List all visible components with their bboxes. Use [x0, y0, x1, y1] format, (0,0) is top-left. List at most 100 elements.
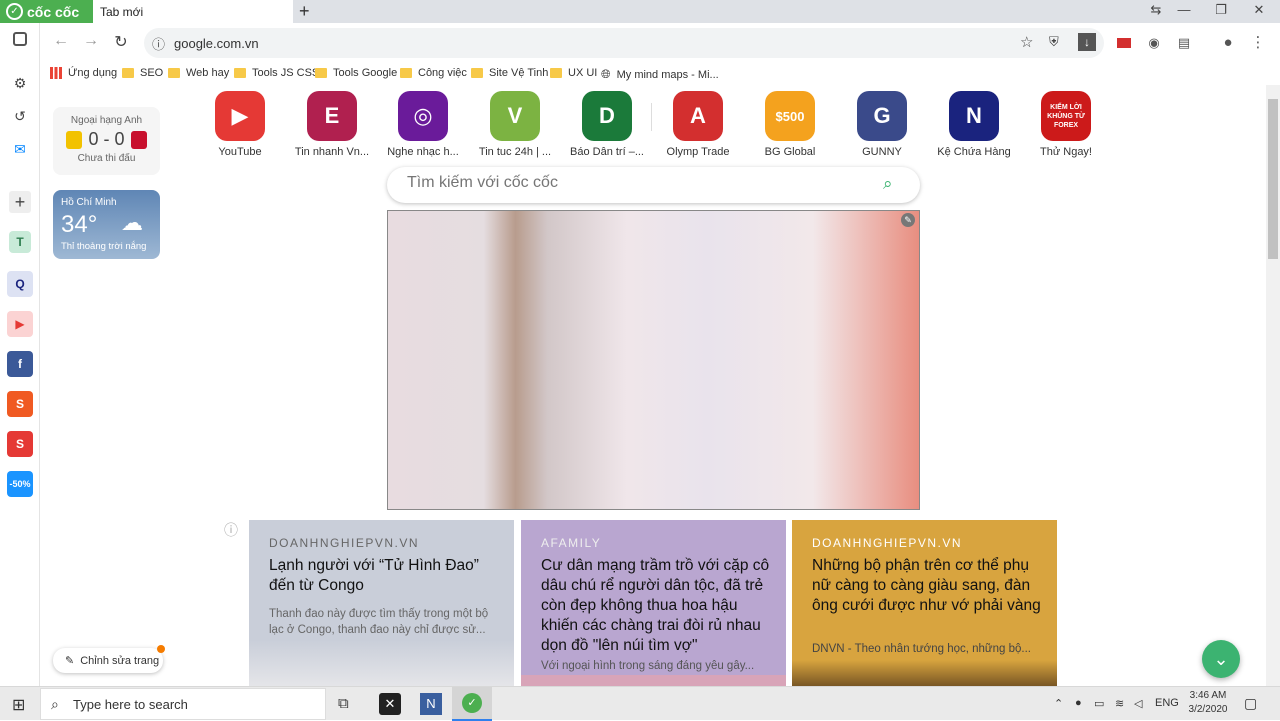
reload-icon[interactable]: ↻ — [110, 32, 132, 52]
speed-dial-youtube[interactable]: ▶ YouTube — [214, 91, 266, 158]
new-tab-icon[interactable]: + — [299, 1, 315, 22]
extension-red-icon[interactable] — [1117, 38, 1131, 48]
sidebar-shopee-icon[interactable]: S — [7, 391, 33, 417]
apps-grid-icon — [50, 67, 62, 79]
toolbar: ← → ↻ ⓘ google.com.vn ☆ ⛨ ↓ ◉ ▤ ● ⋮ — [40, 23, 1280, 63]
extension-doc-icon[interactable]: ▤ — [1176, 35, 1192, 51]
speed-dial-forex[interactable]: KIẾM LỜI KHỦNG TỪ FOREX Thử Ngay! — [1040, 91, 1092, 158]
restore-tabs-icon[interactable]: ⇆ — [1146, 2, 1166, 18]
weather-widget[interactable]: Hồ Chí Minh 34° ☁ Thỉ thoảng trời nắng — [53, 190, 160, 259]
ad-banner[interactable]: ✎ — [387, 210, 920, 510]
speed-dial-vnexpress[interactable]: E Tin nhanh Vn... — [295, 91, 369, 158]
bookmark-folder[interactable]: UX UI — [550, 67, 597, 79]
speed-dial-divider — [651, 103, 652, 131]
search-icon[interactable]: ⌕ — [883, 174, 893, 194]
minimize-icon[interactable]: — — [1174, 2, 1194, 17]
extension-circle-icon[interactable]: ◉ — [1146, 35, 1162, 51]
bookmark-apps[interactable]: Ứng dụng — [50, 67, 117, 79]
scroll-down-button[interactable]: ⌄ — [1202, 640, 1240, 678]
bookmark-folder[interactable]: Tools Google — [315, 67, 397, 79]
close-icon[interactable]: ✕ — [1249, 2, 1269, 18]
search-box[interactable]: ⌕ — [387, 167, 920, 203]
menu-icon[interactable]: ⋮ — [1250, 35, 1266, 51]
speed-dial-tintuc24h[interactable]: V Tin tuc 24h | ... — [479, 91, 551, 158]
bookmark-mindmaps[interactable]: 🌐︎ My mind maps - Mi... — [601, 67, 719, 82]
sidebar-sendo-icon[interactable]: S — [7, 431, 33, 457]
team-home-logo-icon — [66, 130, 83, 149]
sidebar-youtube-icon[interactable]: ▶ — [7, 311, 33, 337]
folder-icon — [315, 68, 327, 78]
speed-dial-navavina[interactable]: N Kệ Chứa Hàng — [937, 91, 1011, 158]
task-view-icon[interactable]: ⧉ — [338, 695, 349, 712]
weather-temp: 34° — [61, 211, 98, 238]
battery-icon[interactable]: ▭ — [1094, 697, 1104, 710]
folder-icon — [400, 68, 412, 78]
notifications-icon[interactable]: ▢ — [1244, 695, 1257, 712]
profile-icon[interactable]: ● — [1220, 35, 1236, 51]
coccoc-menu-button[interactable]: ✓ cốc cốc — [0, 0, 93, 23]
news-info-icon[interactable]: ⓘ — [224, 520, 238, 540]
language-indicator[interactable]: ENG — [1155, 697, 1179, 709]
tray-chevron-up-icon[interactable]: ⌃ — [1054, 697, 1063, 710]
speed-dial-dantri[interactable]: D Báo Dân trí –... — [570, 91, 644, 158]
wifi-icon[interactable]: ≋ — [1115, 697, 1124, 710]
settings-gear-icon[interactable]: ⚙ — [9, 72, 31, 94]
sidebar: ⚙ ↺ ✉ + T Q ▶ f S S -50% — [0, 23, 40, 686]
info-icon[interactable]: ⓘ — [152, 34, 165, 53]
tab-new-tab[interactable]: Tab mới — [93, 0, 293, 23]
tintuc-icon: V — [490, 91, 540, 141]
taskbar-app-n-icon[interactable]: N — [420, 693, 442, 715]
pencil-icon: ✎ — [65, 655, 75, 667]
add-app-icon[interactable]: + — [9, 191, 31, 213]
sidebar-toggle-icon[interactable] — [13, 32, 27, 46]
bookmark-folder[interactable]: Tools JS CSS — [234, 67, 319, 79]
sidebar-facebook-icon[interactable]: f — [7, 351, 33, 377]
football-widget[interactable]: Ngoại hạng Anh 0 - 0 Chưa thi đấu — [53, 107, 160, 175]
sidebar-app-t-icon[interactable]: T — [9, 231, 31, 253]
volume-icon[interactable]: ◁ — [1134, 697, 1142, 710]
edit-page-button[interactable]: ✎ Chỉnh sửa trang — [53, 645, 165, 673]
news-desc: DNVN - Theo nhân tướng học, những bộ... — [812, 643, 1031, 655]
clock[interactable]: 3:46 AM 3/2/2020 — [1186, 690, 1230, 715]
url-text: google.com.vn — [174, 36, 259, 51]
search-icon: ⌕ — [51, 696, 59, 712]
sidebar-app-q-icon[interactable]: Q — [7, 271, 33, 297]
news-card[interactable]: DOANHNGHIEPVN.VN Những bộ phận trên cơ t… — [792, 520, 1057, 686]
speed-dial-bg-global[interactable]: $500 BG Global — [764, 91, 816, 158]
news-card[interactable]: AFAMILY Cư dân mạng trầm trồ với cặp cô … — [521, 520, 786, 686]
address-bar[interactable]: ⓘ google.com.vn ☆ ⛨ ↓ — [144, 28, 1104, 58]
bookmark-folder[interactable]: Site Vệ Tinh — [471, 67, 548, 79]
microphone-icon[interactable]: ● — [1075, 697, 1082, 709]
windows-start-icon[interactable]: ⊞ — [12, 695, 25, 715]
sidebar-tiki-icon[interactable]: -50% — [7, 471, 33, 497]
bookmark-folder[interactable]: Công việc — [400, 67, 467, 79]
speed-dial-olymp-trade[interactable]: A Olymp Trade — [667, 91, 729, 158]
forward-icon[interactable]: → — [80, 32, 102, 50]
speed-dial-music[interactable]: ◎ Nghe nhạc h... — [387, 91, 459, 158]
bg-global-icon: $500 — [765, 91, 815, 141]
ad-info-icon[interactable]: ✎ — [901, 213, 915, 227]
dantri-icon: D — [582, 91, 632, 141]
chevron-down-icon: ⌄ — [1213, 648, 1229, 669]
maximize-icon[interactable]: ❐ — [1211, 2, 1231, 18]
bookmark-star-icon[interactable]: ☆ — [1020, 33, 1033, 51]
news-card[interactable]: DOANHNGHIEPVN.VN Lạnh người với “Tử Hình… — [249, 520, 514, 686]
league-name: Ngoại hạng Anh — [70, 115, 143, 126]
search-input[interactable] — [407, 174, 877, 192]
bookmark-folder[interactable]: Web hay — [168, 67, 229, 79]
history-icon[interactable]: ↺ — [9, 105, 31, 127]
taskbar-search[interactable]: ⌕ Type here to search — [40, 688, 326, 720]
messenger-icon[interactable]: ✉ — [9, 138, 31, 160]
speed-dial-gunny[interactable]: G GUNNY — [856, 91, 908, 158]
news-source: DOANHNGHIEPVN.VN — [812, 536, 963, 550]
back-icon[interactable]: ← — [50, 32, 72, 50]
download-icon[interactable]: ↓ — [1078, 33, 1096, 51]
page-scrollbar[interactable] — [1266, 85, 1280, 686]
taskbar-coccoc-button[interactable]: ✓ — [452, 687, 492, 721]
tab-title: Tab mới — [100, 5, 144, 19]
scrollbar-thumb[interactable] — [1268, 99, 1278, 259]
news-title: Lạnh người với “Tử Hình Đao” đến từ Cong… — [269, 557, 479, 594]
bookmark-folder[interactable]: SEO — [122, 67, 163, 79]
shield-icon[interactable]: ⛨ — [1049, 34, 1059, 50]
taskbar-app-x-icon[interactable]: ✕ — [379, 693, 401, 715]
